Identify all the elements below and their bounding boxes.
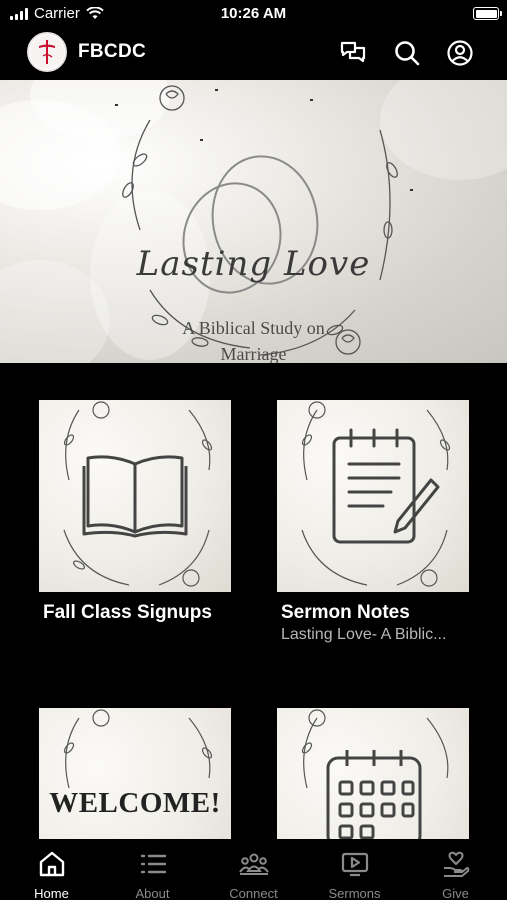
hero-title: Lasting Love xyxy=(136,244,371,284)
tab-label: Connect xyxy=(229,886,278,900)
open-book-icon xyxy=(82,455,188,538)
tab-label: Give xyxy=(442,886,469,900)
tab-bar: Home About Connect Sermons Give xyxy=(0,839,507,900)
tab-about[interactable]: About xyxy=(102,839,203,900)
app-header: FBCDC xyxy=(0,30,507,78)
tab-connect[interactable]: Connect xyxy=(203,839,304,900)
tab-label: Sermons xyxy=(328,886,381,900)
heart-hand-icon xyxy=(443,851,469,877)
home-icon xyxy=(39,851,64,877)
church-logo[interactable] xyxy=(27,32,67,72)
battery-icon xyxy=(473,7,502,20)
welcome-text: WELCOME! xyxy=(49,787,221,819)
card-title: Fall Class Signups xyxy=(43,602,212,623)
calendar-icon xyxy=(326,750,422,848)
tab-give[interactable]: Give xyxy=(405,839,506,900)
people-icon xyxy=(238,853,269,875)
tab-label: Home xyxy=(34,886,69,900)
search-icon[interactable] xyxy=(392,38,422,68)
video-icon xyxy=(341,852,368,877)
card-subtitle: Lasting Love- A Biblic... xyxy=(281,626,447,643)
notepad-pencil-icon xyxy=(332,428,440,544)
account-icon[interactable] xyxy=(445,38,475,68)
tab-label: About xyxy=(135,886,170,900)
cross-logo-icon xyxy=(30,35,64,69)
list-icon xyxy=(140,854,166,874)
status-time: 10:26 AM xyxy=(220,5,287,22)
tab-home[interactable]: Home xyxy=(1,839,102,900)
card-title: Sermon Notes xyxy=(281,602,410,623)
hero-subtitle-line1: A Biblical Study on xyxy=(182,318,325,338)
chat-icon[interactable] xyxy=(338,38,368,68)
tab-sermons[interactable]: Sermons xyxy=(304,839,405,900)
card-image xyxy=(277,400,469,592)
hero-subtitle-line2: Marriage xyxy=(220,344,287,363)
status-bar: Carrier 10:26 AM xyxy=(0,0,507,30)
card-image xyxy=(39,400,231,592)
app-title: FBCDC xyxy=(78,41,146,62)
hero-banner[interactable]: Lasting Love A Biblical Study on Marriag… xyxy=(0,80,507,363)
